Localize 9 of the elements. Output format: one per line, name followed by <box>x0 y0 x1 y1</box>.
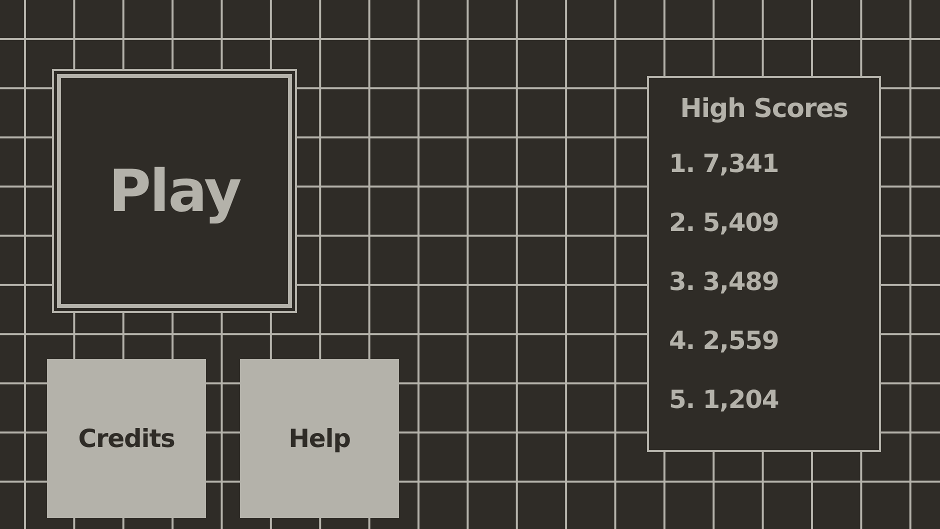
high-scores-title: High Scores <box>680 96 848 122</box>
score-entry: 5. 1,204 <box>669 384 780 415</box>
play-button[interactable]: Play <box>52 69 297 313</box>
score-entry: 1. 7,341 <box>669 148 780 179</box>
menu-button[interactable]: Help <box>240 359 399 518</box>
score-entry: 4. 2,559 <box>669 325 780 356</box>
score-entry: 3. 3,489 <box>669 266 780 297</box>
score-entry: 2. 5,409 <box>669 207 780 238</box>
menu-button[interactable]: Credits <box>47 359 206 518</box>
